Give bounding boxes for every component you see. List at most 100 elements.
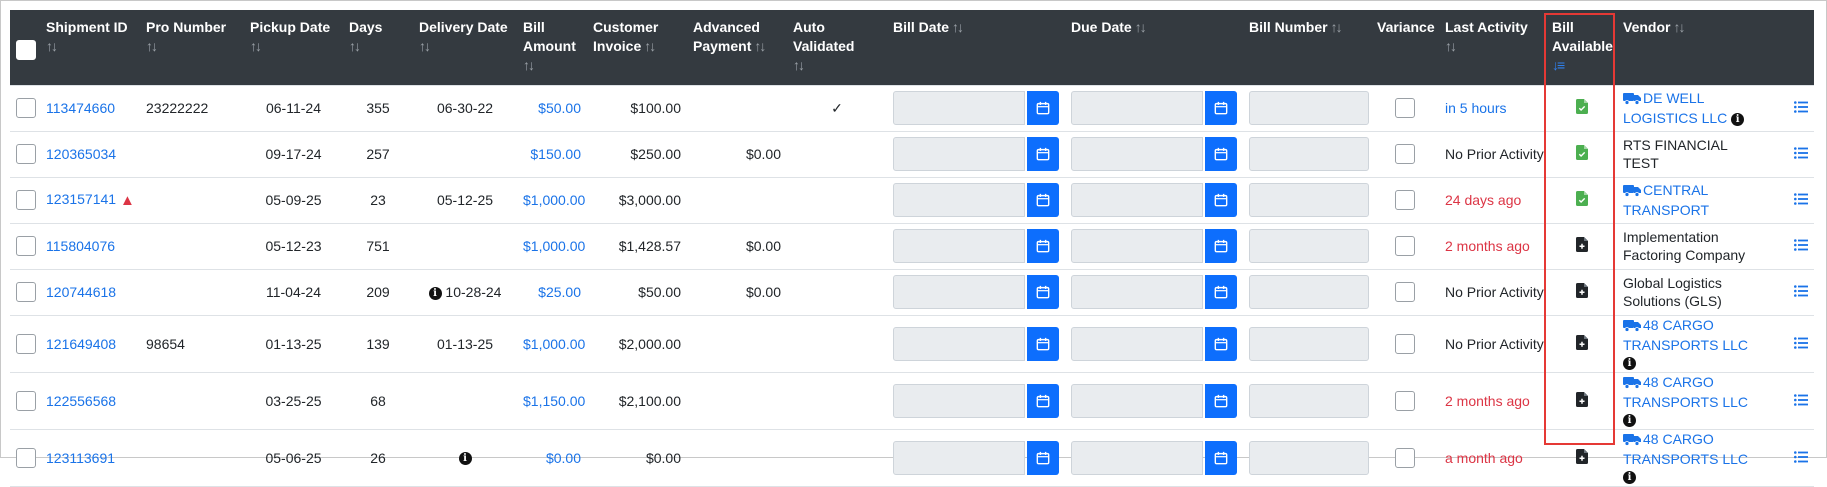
- variance-cell[interactable]: [1371, 371, 1439, 429]
- variance-checkbox[interactable]: [1395, 98, 1415, 118]
- shipment-id-cell[interactable]: 121649408: [40, 314, 140, 372]
- shipment-id-link[interactable]: 120365034: [46, 146, 116, 162]
- shipment-id-link[interactable]: 115804076: [46, 238, 115, 254]
- bill-amount-link[interactable]: $1,000.00: [523, 238, 585, 254]
- vendor-name[interactable]: 48 CARGO TRANSPORTS LLC: [1623, 431, 1748, 467]
- row-checkbox[interactable]: [16, 98, 36, 118]
- bill-number-input[interactable]: [1249, 91, 1369, 125]
- list-icon[interactable]: [1794, 393, 1808, 409]
- bill-amount-cell[interactable]: $1,150.00: [517, 371, 587, 429]
- calendar-icon[interactable]: [1026, 383, 1059, 418]
- variance-cell[interactable]: [1371, 268, 1439, 315]
- variance-cell[interactable]: [1371, 176, 1439, 223]
- vendor-name[interactable]: DE WELL LOGISTICS LLC: [1623, 90, 1727, 126]
- shipment-id-link[interactable]: 120744618: [46, 284, 116, 300]
- header-pickup-date[interactable]: Pickup Date ↑↓: [244, 10, 343, 85]
- info-icon[interactable]: i: [428, 286, 442, 300]
- row-select-cell[interactable]: [10, 176, 40, 223]
- actions-cell[interactable]: [1762, 176, 1814, 223]
- bill-number-input[interactable]: [1249, 275, 1369, 309]
- bill-amount-cell[interactable]: $1,000.00: [517, 176, 587, 223]
- sort-icon[interactable]: ↑↓: [250, 37, 337, 56]
- bill-available-cell[interactable]: [1546, 371, 1617, 429]
- variance-cell[interactable]: [1371, 222, 1439, 269]
- variance-cell[interactable]: [1371, 130, 1439, 177]
- header-select-all[interactable]: [10, 10, 40, 85]
- info-icon[interactable]: i: [1731, 112, 1745, 126]
- bill-number-input[interactable]: [1249, 183, 1369, 217]
- calendar-icon[interactable]: [1026, 275, 1059, 309]
- info-icon[interactable]: i: [1623, 471, 1636, 485]
- header-advanced-payment[interactable]: Advanced Payment ↑↓: [687, 10, 787, 85]
- due-date-input[interactable]: [1071, 91, 1203, 125]
- actions-cell[interactable]: [1762, 268, 1814, 315]
- bill-amount-link[interactable]: $1,000.00: [523, 336, 585, 352]
- calendar-icon[interactable]: [1204, 137, 1237, 171]
- actions-cell[interactable]: [1762, 222, 1814, 269]
- row-checkbox[interactable]: [16, 236, 36, 256]
- header-bill-available[interactable]: Bill Available ↓≡: [1546, 10, 1617, 85]
- variance-checkbox[interactable]: [1395, 144, 1415, 164]
- bill-date-input[interactable]: [893, 137, 1025, 171]
- sort-icon[interactable]: ↑↓: [754, 37, 766, 56]
- shipment-id-cell[interactable]: 120744618: [40, 268, 140, 315]
- list-icon[interactable]: [1794, 336, 1808, 352]
- vendor-name[interactable]: 48 CARGO TRANSPORTS LLC: [1623, 374, 1748, 410]
- calendar-icon[interactable]: [1026, 229, 1059, 263]
- select-all-checkbox[interactable]: [16, 40, 36, 60]
- bill-date-input[interactable]: [893, 183, 1025, 217]
- file-plus-icon[interactable]: [1575, 283, 1588, 301]
- list-icon[interactable]: [1794, 238, 1808, 254]
- bill-date-input[interactable]: [893, 229, 1025, 263]
- bill-amount-link[interactable]: $1,150.00: [523, 393, 585, 409]
- sort-icon[interactable]: ↑↓: [1445, 37, 1540, 56]
- actions-cell[interactable]: [1762, 84, 1814, 131]
- file-plus-icon[interactable]: [1575, 237, 1588, 255]
- sort-icon[interactable]: ↑↓: [146, 37, 238, 56]
- bill-amount-cell[interactable]: $1,000.00: [517, 314, 587, 372]
- list-icon[interactable]: [1794, 192, 1808, 208]
- file-plus-icon[interactable]: [1575, 391, 1588, 410]
- row-select-cell[interactable]: [10, 130, 40, 177]
- bill-amount-link[interactable]: $50.00: [538, 100, 581, 116]
- bill-available-cell[interactable]: [1546, 84, 1617, 131]
- header-vendor[interactable]: Vendor ↑↓: [1617, 10, 1814, 85]
- shipment-id-cell[interactable]: 123157141 ▲: [40, 176, 140, 223]
- vendor-name[interactable]: 48 CARGO TRANSPORTS LLC: [1623, 317, 1748, 353]
- info-icon[interactable]: i: [1623, 357, 1636, 371]
- row-select-cell[interactable]: [10, 84, 40, 131]
- header-due-date[interactable]: Due Date ↑↓: [1065, 10, 1243, 85]
- due-date-input[interactable]: [1071, 183, 1203, 217]
- calendar-icon[interactable]: [1026, 91, 1059, 125]
- file-green-icon[interactable]: [1575, 145, 1588, 163]
- calendar-icon[interactable]: [1204, 275, 1237, 309]
- header-days[interactable]: Days ↑↓: [343, 10, 413, 85]
- calendar-icon[interactable]: [1204, 229, 1237, 263]
- bill-date-input[interactable]: [893, 326, 1025, 361]
- sort-icon[interactable]: ↑↓: [419, 37, 511, 56]
- actions-cell[interactable]: [1762, 371, 1814, 429]
- list-icon[interactable]: [1794, 100, 1808, 116]
- bill-amount-link[interactable]: $25.00: [538, 284, 581, 300]
- header-bill-date[interactable]: Bill Date ↑↓: [887, 10, 1065, 85]
- bill-available-cell[interactable]: [1546, 268, 1617, 315]
- list-icon[interactable]: [1794, 284, 1808, 300]
- info-icon[interactable]: i: [1623, 414, 1636, 428]
- bill-number-input[interactable]: [1249, 326, 1369, 361]
- shipment-id-cell[interactable]: 115804076: [40, 222, 140, 269]
- file-plus-icon[interactable]: [1575, 334, 1588, 353]
- variance-checkbox[interactable]: [1395, 390, 1415, 411]
- sort-icon[interactable]: ↑↓: [1135, 18, 1147, 37]
- bill-available-cell[interactable]: [1546, 314, 1617, 372]
- sort-icon[interactable]: ↑↓: [793, 56, 881, 75]
- bill-number-input[interactable]: [1249, 137, 1369, 171]
- due-date-input[interactable]: [1071, 383, 1203, 418]
- sort-icon[interactable]: ↑↓: [46, 37, 134, 56]
- shipment-id-cell[interactable]: 120365034: [40, 130, 140, 177]
- actions-cell[interactable]: [1762, 314, 1814, 372]
- vendor-cell[interactable]: 48 CARGO TRANSPORTS LLC i: [1617, 371, 1762, 429]
- calendar-icon[interactable]: [1026, 183, 1059, 217]
- header-auto-validated[interactable]: Auto Validated ↑↓: [787, 10, 887, 85]
- bill-amount-cell[interactable]: $150.00: [517, 130, 587, 177]
- calendar-icon[interactable]: [1204, 183, 1237, 217]
